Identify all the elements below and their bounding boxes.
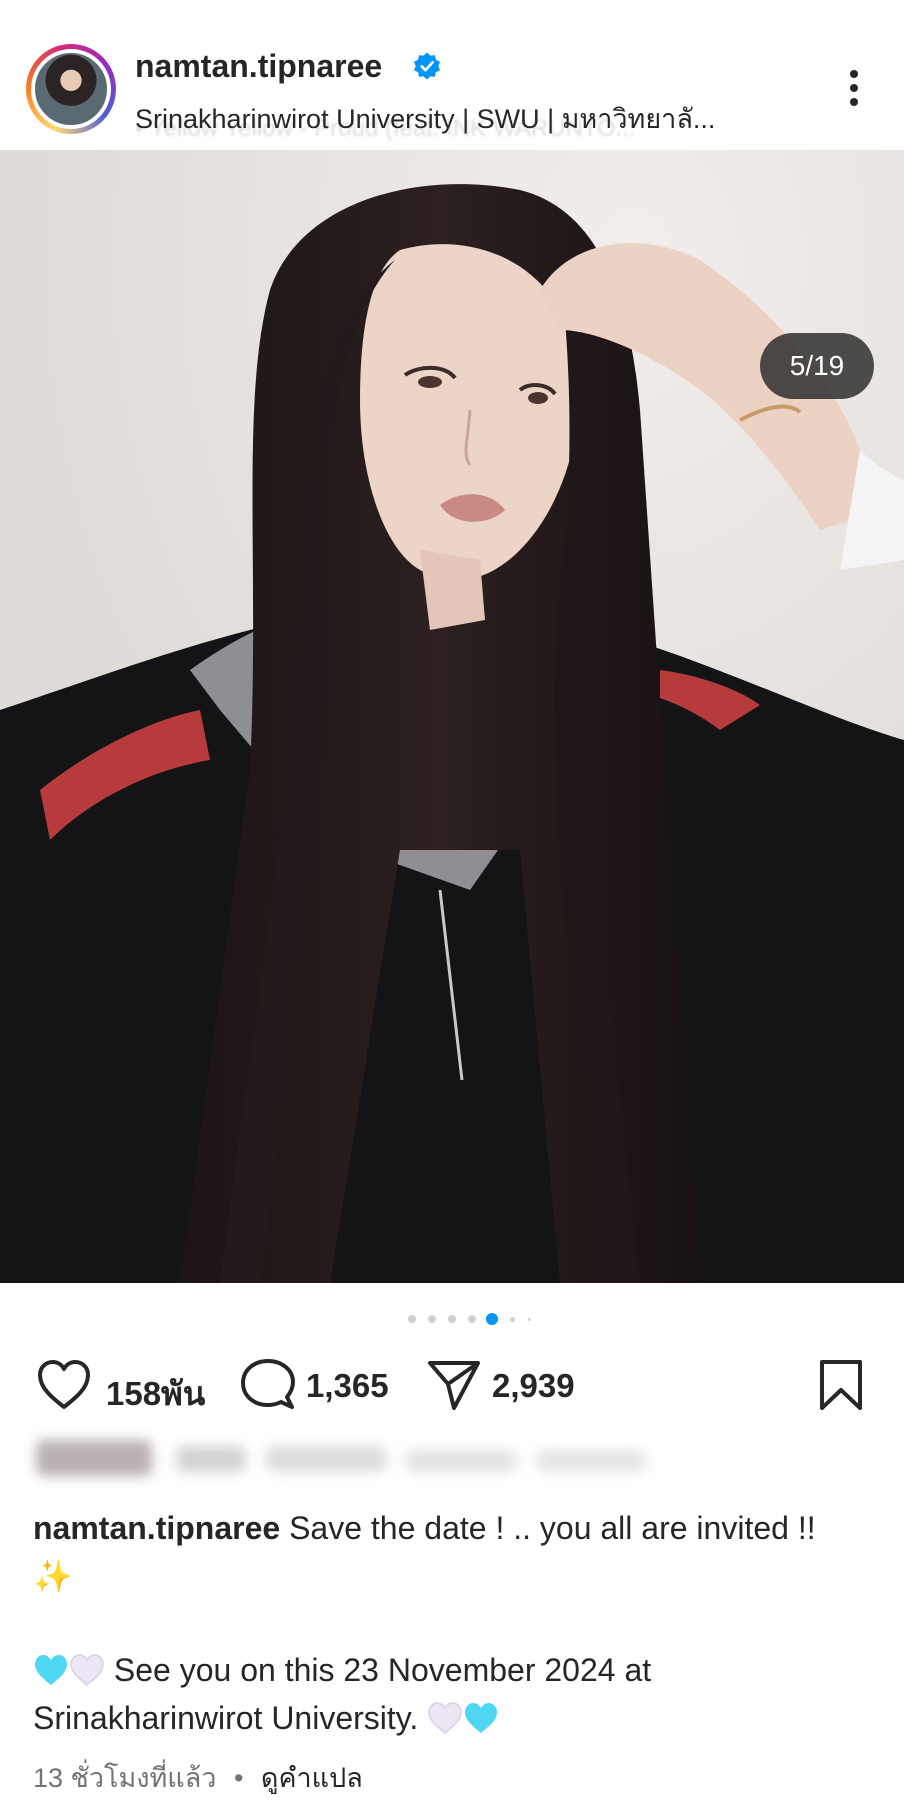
share-button[interactable] — [426, 1358, 482, 1412]
comment-icon — [241, 1359, 295, 1409]
carousel-indicator — [0, 1312, 904, 1326]
see-translation-link[interactable]: ดูคำแปล — [261, 1763, 363, 1793]
post-username[interactable]: namtan.tipnaree — [135, 48, 382, 85]
comment-count[interactable]: 1,365 — [306, 1367, 389, 1405]
comment-button[interactable] — [240, 1358, 296, 1412]
more-options-icon[interactable] — [840, 66, 870, 110]
cyan-heart-icon — [465, 1703, 498, 1733]
profile-avatar-story-ring[interactable] — [26, 44, 116, 134]
verified-badge-icon — [413, 52, 441, 80]
slide-counter: 5/19 — [760, 333, 874, 399]
avatar[interactable] — [31, 49, 111, 129]
bookmark-button[interactable] — [818, 1358, 864, 1412]
share-icon — [428, 1361, 480, 1410]
bookmark-icon — [820, 1360, 862, 1410]
portrait-illustration — [0, 150, 904, 1283]
post-caption-continued: See you on this 23 November 2024 at Srin… — [33, 1646, 873, 1742]
liked-by-blurred — [36, 1432, 656, 1482]
post-header: namtan.tipnaree • Yellow Yellow - Proud … — [0, 0, 904, 150]
post-caption: namtan.tipnaree Save the date ! .. you a… — [33, 1504, 853, 1600]
caption-text-2: See you on this 23 November 2024 at Srin… — [33, 1652, 652, 1736]
footer-separator: • — [233, 1763, 244, 1793]
post-timestamp: 13 ชั่วโมงที่แล้ว — [33, 1763, 217, 1793]
share-count[interactable]: 2,939 — [492, 1367, 575, 1405]
heart-icon — [38, 1360, 90, 1409]
like-button[interactable] — [36, 1358, 92, 1412]
post-location[interactable]: Srinakharinwirot University | SWU | มหาว… — [135, 97, 715, 140]
like-count[interactable]: 158พัน — [106, 1367, 205, 1420]
caption-username[interactable]: namtan.tipnaree — [33, 1510, 280, 1546]
white-heart-icon — [428, 1702, 462, 1734]
cyan-heart-icon — [35, 1655, 67, 1685]
post-image[interactable]: 5/19 — [0, 150, 904, 1283]
post-footer: 13 ชั่วโมงที่แล้ว • ดูคำแปล — [33, 1756, 363, 1799]
white-heart-icon — [70, 1654, 104, 1686]
